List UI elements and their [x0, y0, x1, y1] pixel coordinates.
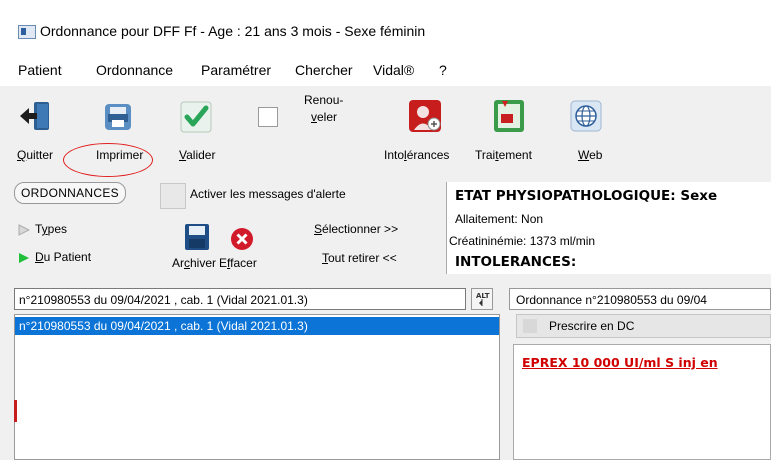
validate-label: Valider — [179, 148, 216, 162]
delete-x-icon — [231, 228, 253, 250]
exit-icon — [20, 102, 49, 130]
list-item[interactable]: n°210980553 du 09/04/2021 , cab. 1 (Vida… — [15, 317, 499, 335]
ordonnance-combo[interactable]: n°210980553 du 09/04/2021 , cab. 1 (Vida… — [14, 288, 466, 310]
print-button[interactable] — [100, 98, 136, 134]
allaitement-text: Allaitement: Non — [455, 212, 544, 226]
ordonnances-tab[interactable]: ORDONNANCES — [14, 182, 126, 204]
intolerances-label: Intolérances — [384, 148, 450, 162]
treatment-icon — [494, 100, 524, 132]
alert-checkbox[interactable] — [160, 183, 186, 209]
menu-help[interactable]: ? — [439, 62, 447, 78]
treatment-label: Traitement — [475, 148, 532, 162]
du-patient-option[interactable]: Du Patient — [35, 250, 91, 264]
archive-label: Archiver — [172, 256, 217, 270]
quit-label: Quitter — [17, 148, 54, 162]
allergy-icon — [409, 100, 441, 132]
quit-button[interactable] — [17, 98, 53, 134]
renew-label-line2: veler — [311, 110, 338, 124]
prescription-area[interactable]: EPREX 10 000 UI/ml S inj en — [513, 344, 771, 460]
creatininemie-text: Créatininémie: 1373 ml/min — [449, 234, 596, 248]
drug-line[interactable]: EPREX 10 000 UI/ml S inj en — [522, 355, 718, 370]
select-all-button[interactable]: Sélectionner >> — [314, 222, 398, 236]
delete-button[interactable] — [229, 226, 255, 252]
types-option[interactable]: Types — [35, 222, 67, 236]
remove-all-button[interactable]: Tout retirer << — [322, 251, 397, 265]
renew-checkbox[interactable] — [258, 107, 278, 127]
intolerances-heading: INTOLERANCES: — [455, 254, 577, 270]
sort-alt-icon: ALT — [476, 292, 490, 306]
sort-button[interactable]: ALT — [471, 288, 493, 310]
checkmark-icon — [180, 101, 212, 133]
window-title: Ordonnance pour DFF Ff - Age : 21 ans 3 … — [40, 23, 426, 39]
dc-checkbox[interactable] — [523, 319, 537, 333]
web-button[interactable] — [568, 98, 604, 134]
etat-physio-panel: ETAT PHYSIOPATHOLOGIQUE: Sexe Allaitemen… — [446, 182, 771, 274]
patient-arrow-icon — [19, 253, 29, 263]
menu-patient[interactable]: Patient — [18, 62, 62, 78]
annotation-circle — [63, 143, 153, 177]
treatment-button[interactable] — [490, 97, 528, 135]
archive-button[interactable] — [183, 222, 211, 252]
validate-button[interactable] — [178, 98, 214, 134]
prescrire-dc-button[interactable]: Prescrire en DC — [516, 314, 771, 338]
globe-icon — [570, 100, 602, 132]
menu-parametrer[interactable]: Paramétrer — [201, 62, 271, 78]
menu-vidal[interactable]: Vidal® — [373, 62, 414, 78]
window-icon — [18, 25, 36, 39]
prescrire-dc-label: Prescrire en DC — [549, 319, 635, 333]
archive-disk-icon — [185, 224, 209, 250]
delete-label: Effacer — [219, 256, 257, 270]
menu-ordonnance[interactable]: Ordonnance — [96, 62, 173, 78]
svg-text:ALT: ALT — [476, 292, 490, 300]
ordonnance-detail-combo[interactable]: Ordonnance n°210980553 du 09/04 — [509, 288, 771, 310]
renew-label-line1: Renou- — [304, 93, 344, 107]
menu-chercher[interactable]: Chercher — [295, 62, 353, 78]
printer-icon — [105, 104, 131, 130]
list-marker — [14, 400, 17, 422]
types-arrow-icon — [18, 224, 30, 236]
web-label: Web — [578, 148, 603, 162]
ordonnance-list[interactable]: n°210980553 du 09/04/2021 , cab. 1 (Vida… — [14, 314, 500, 460]
menu-bar: Patient Ordonnance Paramétrer Chercher V… — [0, 56, 771, 86]
alert-label: Activer les messages d'alerte — [190, 187, 346, 201]
intolerances-button[interactable] — [406, 97, 444, 135]
etat-heading: ETAT PHYSIOPATHOLOGIQUE: Sexe — [455, 188, 718, 204]
